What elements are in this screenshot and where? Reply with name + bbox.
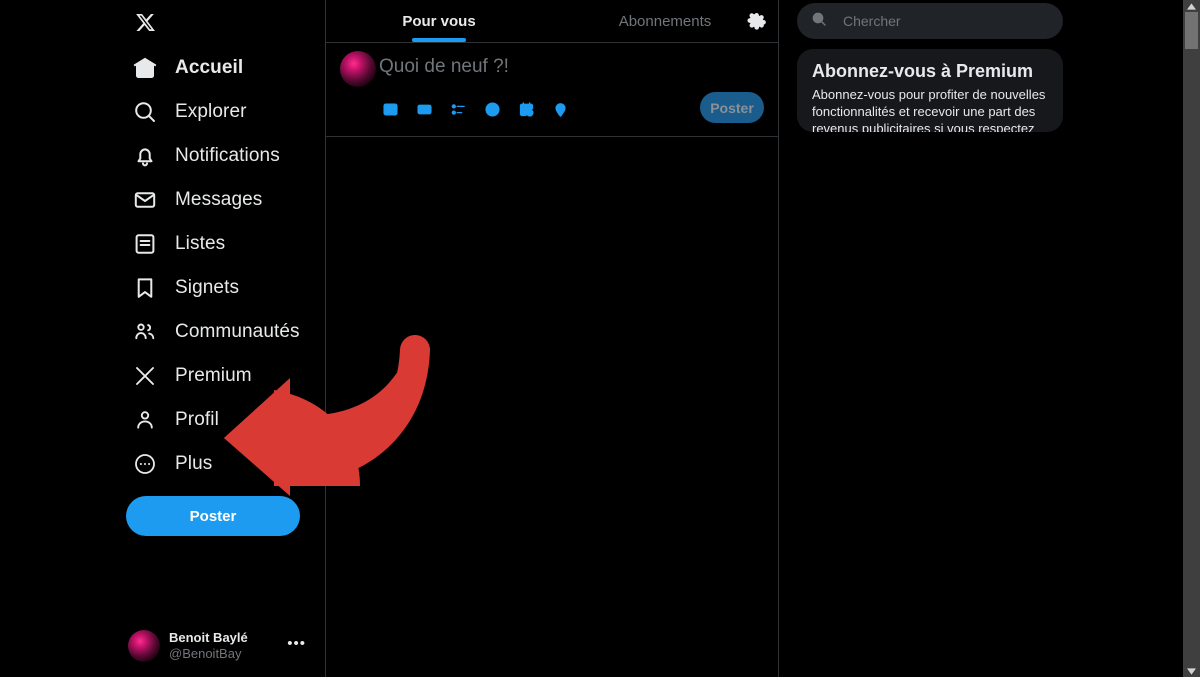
sidebar-item-label: Notifications (175, 145, 280, 166)
sidebar-item-communautes[interactable]: Communautés (126, 310, 316, 354)
composer-input[interactable]: Quoi de neuf ?! (379, 55, 509, 79)
scrollbar-thumb[interactable] (1185, 12, 1198, 49)
sidebar-item-plus[interactable]: Plus (126, 442, 316, 486)
search-input[interactable] (841, 12, 1049, 30)
bell-icon (132, 143, 158, 169)
sidebar-item-accueil[interactable]: Accueil (126, 46, 316, 90)
sidebar-item-premium[interactable]: Premium (126, 354, 316, 398)
image-icon[interactable] (376, 95, 404, 123)
premium-subscribe-card[interactable]: Abonnez-vous à Premium Abonnez-vous pour… (797, 49, 1063, 132)
sidebar-item-messages[interactable]: Messages (126, 178, 316, 222)
x-logo-icon[interactable] (128, 5, 162, 39)
person-icon (132, 407, 158, 433)
sidebar-item-notifications[interactable]: Notifications (126, 134, 316, 178)
sidebar-item-label: Listes (175, 233, 226, 254)
sidebar-item-profil[interactable]: Profil (126, 398, 316, 442)
caret-down-icon[interactable] (1183, 665, 1200, 677)
tab-active-indicator (412, 38, 466, 42)
post-button[interactable]: Poster (126, 496, 300, 536)
schedule-icon[interactable] (512, 95, 540, 123)
location-icon[interactable] (546, 95, 574, 123)
account-handle: @BenoitBay (169, 646, 242, 661)
sidebar-item-label: Signets (175, 277, 240, 298)
sidebar-item-label: Premium (175, 365, 252, 386)
timeline-tabs: Pour vous Abonnements (326, 0, 778, 43)
search-icon (811, 11, 827, 32)
svg-text:GIF: GIF (420, 107, 428, 113)
home-icon (132, 55, 158, 81)
sidebar-item-listes[interactable]: Listes (126, 222, 316, 266)
account-names: Benoit Baylé @BenoitBay (169, 630, 248, 662)
x-logo-icon (132, 363, 158, 389)
sidebar-item-signets[interactable]: Signets (126, 266, 316, 310)
envelope-icon (132, 187, 158, 213)
composer-post-button[interactable]: Poster (700, 92, 764, 123)
composer: Quoi de neuf ?! GIF Poster (326, 43, 778, 137)
avatar (340, 51, 376, 87)
list-icon (132, 231, 158, 257)
sidebar-item-label: Plus (175, 453, 213, 474)
poll-icon[interactable] (444, 95, 472, 123)
page-scrollbar[interactable] (1183, 0, 1200, 677)
account-display-name: Benoit Baylé (169, 630, 248, 645)
premium-card-title: Abonnez-vous à Premium (812, 61, 1034, 81)
sidebar-item-explorer[interactable]: Explorer (126, 90, 316, 134)
main-column: Pour vous Abonnements Quoi de neuf ?! GI… (325, 0, 779, 677)
gif-icon[interactable]: GIF (410, 95, 438, 123)
account-switcher[interactable]: Benoit Baylé @BenoitBay ••• (128, 622, 318, 670)
tab-label: Abonnements (618, 12, 712, 30)
left-sidebar: Accueil Explorer Notifications Messages (0, 0, 325, 677)
composer-toolbar: GIF (376, 95, 574, 123)
emoji-icon[interactable] (478, 95, 506, 123)
tab-label: Pour vous (402, 12, 476, 30)
avatar (128, 630, 160, 662)
caret-up-icon[interactable] (1183, 0, 1200, 12)
gear-icon[interactable] (744, 9, 768, 33)
sidebar-item-label: Profil (175, 409, 219, 430)
bookmark-icon (132, 275, 158, 301)
sidebar-item-label: Accueil (175, 57, 244, 78)
sidebar-nav: Accueil Explorer Notifications Messages (126, 46, 316, 486)
app-root: Accueil Explorer Notifications Messages (0, 0, 1200, 677)
search-bar[interactable] (797, 3, 1063, 39)
more-circle-icon (132, 451, 158, 477)
tab-pour-vous[interactable]: Pour vous (326, 0, 552, 42)
communities-icon (132, 319, 158, 345)
account-more-icon[interactable]: ••• (287, 636, 306, 651)
sidebar-item-label: Messages (175, 189, 263, 210)
sidebar-item-label: Communautés (175, 321, 300, 342)
right-sidebar: Abonnez-vous à Premium Abonnez-vous pour… (797, 0, 1063, 132)
search-icon (132, 99, 158, 125)
premium-card-body: Abonnez-vous pour profiter de nouvelles … (812, 87, 1046, 132)
sidebar-item-label: Explorer (175, 101, 247, 122)
